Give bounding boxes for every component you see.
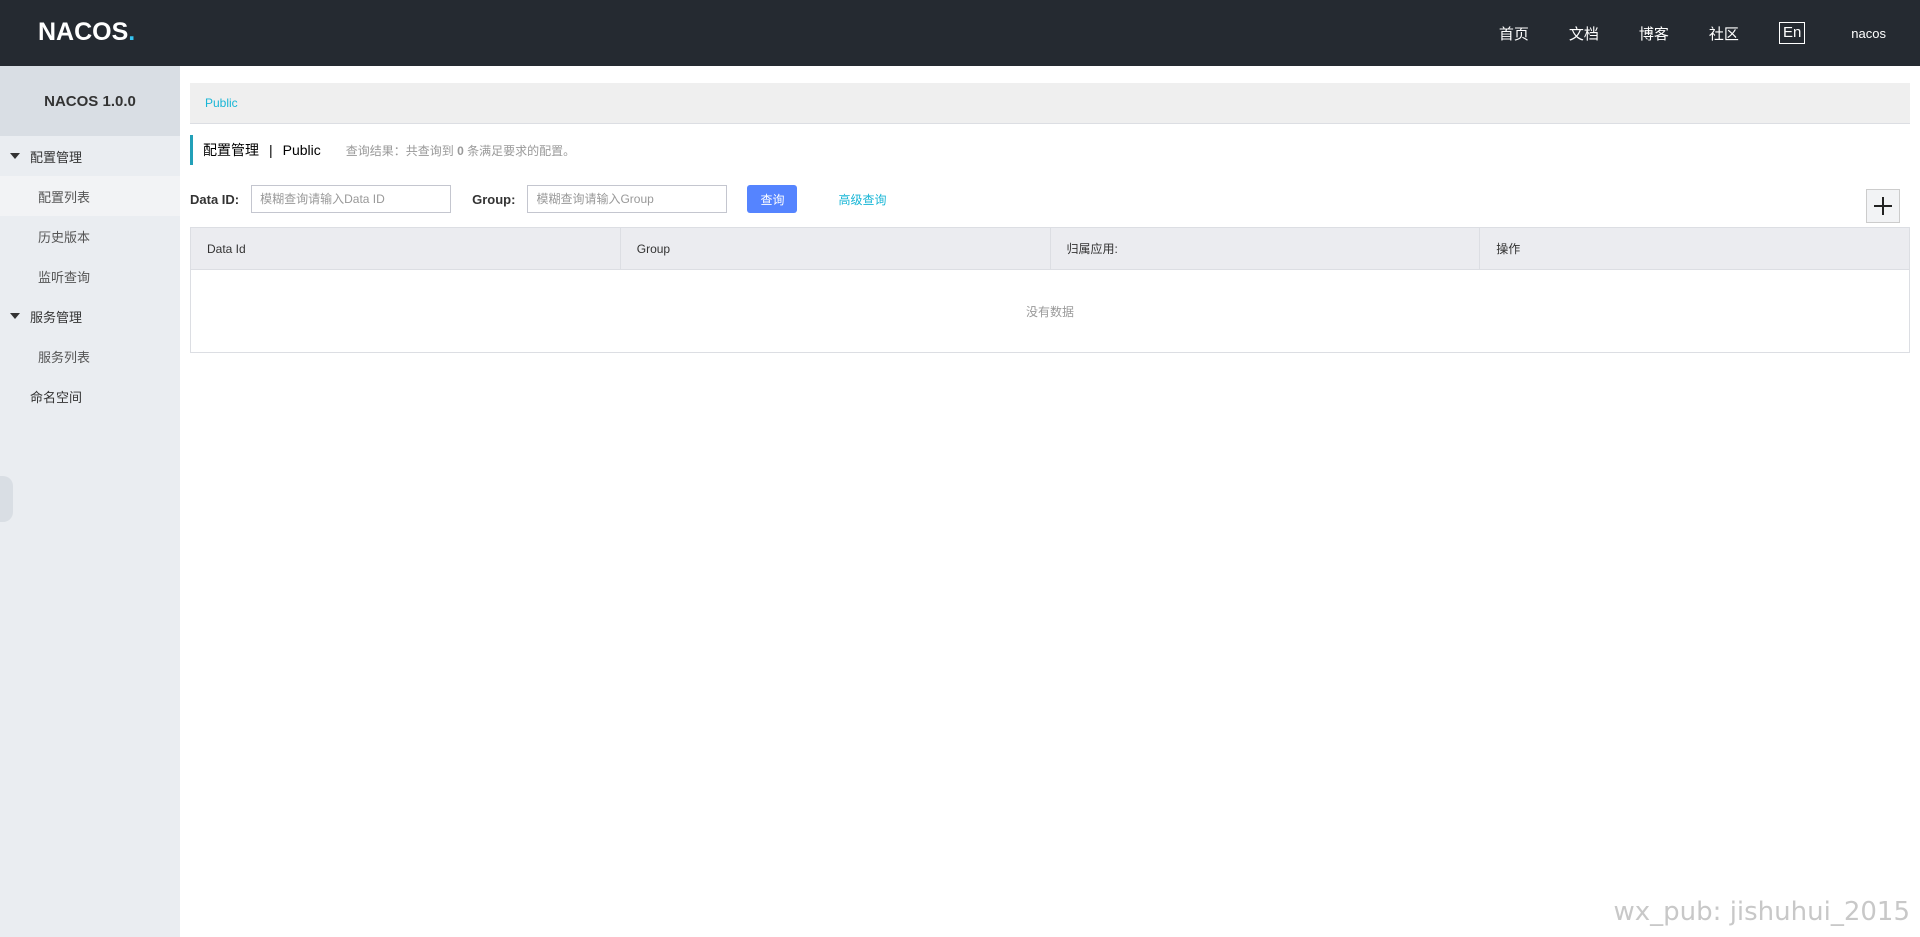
sidebar-group-config[interactable]: 配置管理 [0, 136, 180, 176]
nav-community[interactable]: 社区 [1709, 23, 1739, 44]
caret-down-icon [10, 313, 20, 319]
advanced-search-link[interactable]: 高级查询 [838, 191, 886, 208]
nav-home[interactable]: 首页 [1499, 23, 1529, 44]
page-title-text: 配置管理 [203, 142, 259, 158]
sidebar-collapse-handle[interactable] [0, 476, 13, 522]
caret-down-icon [10, 153, 20, 159]
language-switch[interactable]: En [1778, 22, 1806, 44]
user-menu[interactable]: nacos [1851, 26, 1886, 41]
table-empty-state: 没有数据 [1025, 304, 1074, 319]
dataid-label: Data ID: [190, 191, 240, 207]
namespace-bar: Public [190, 83, 1910, 124]
search-button[interactable]: 查询 [747, 185, 798, 213]
group-input[interactable] [527, 185, 728, 213]
config-table: Data Id Group 归属应用: 操作 没有数据 [190, 227, 1910, 353]
title-separator: | [269, 142, 273, 158]
sidebar-item-config-list[interactable]: 配置列表 [0, 176, 180, 216]
query-form: Data ID: Group: 查询 高级查询 [190, 184, 886, 214]
nacos-logo[interactable]: NACOS. [38, 18, 135, 46]
sidebar-item-history[interactable]: 历史版本 [0, 216, 180, 256]
table-header: Data Id Group 归属应用: 操作 [191, 228, 1909, 270]
namespace-public-link[interactable]: Public [205, 96, 238, 110]
nav-blog[interactable]: 博客 [1639, 23, 1669, 44]
top-header: NACOS. 首页 文档 博客 社区 En nacos [0, 0, 1920, 66]
column-header-actions: 操作 [1496, 242, 1521, 256]
column-header-dataid: Data Id [191, 228, 621, 269]
add-config-button[interactable] [1866, 189, 1900, 223]
result-count: 0 [457, 143, 464, 158]
sidebar-group-service[interactable]: 服务管理 [0, 296, 180, 336]
watermark: wx_pub: jishuhui_2015 [1613, 897, 1910, 927]
page-title-namespace: Public [282, 142, 321, 158]
column-header-group: Group [621, 228, 1051, 269]
sidebar: NACOS 1.0.0 配置管理 配置列表 历史版本 监听查询 服务管理 服务列… [0, 66, 180, 937]
page-title: 配置管理 | Public 查询结果：共查询到 0 条满足要求的配置。 [190, 135, 575, 165]
column-header-app: 归属应用: [1051, 228, 1481, 269]
nav-docs[interactable]: 文档 [1569, 23, 1599, 44]
sidebar-group-label: 配置管理 [30, 149, 83, 165]
query-result-summary: 查询结果：共查询到 0 条满足要求的配置。 [345, 143, 576, 158]
group-label: Group: [472, 191, 516, 207]
dataid-input[interactable] [251, 185, 452, 213]
sidebar-item-namespace[interactable]: 命名空间 [0, 376, 180, 416]
sidebar-item-service-list[interactable]: 服务列表 [0, 336, 180, 376]
logo-dot: . [128, 17, 136, 46]
sidebar-title: NACOS 1.0.0 [0, 66, 180, 136]
plus-icon [1874, 197, 1892, 215]
sidebar-group-label: 服务管理 [30, 309, 83, 325]
sidebar-item-listener[interactable]: 监听查询 [0, 256, 180, 296]
logo-text: NACOS [38, 17, 129, 46]
top-nav: 首页 文档 博客 社区 En nacos [1499, 0, 1920, 66]
